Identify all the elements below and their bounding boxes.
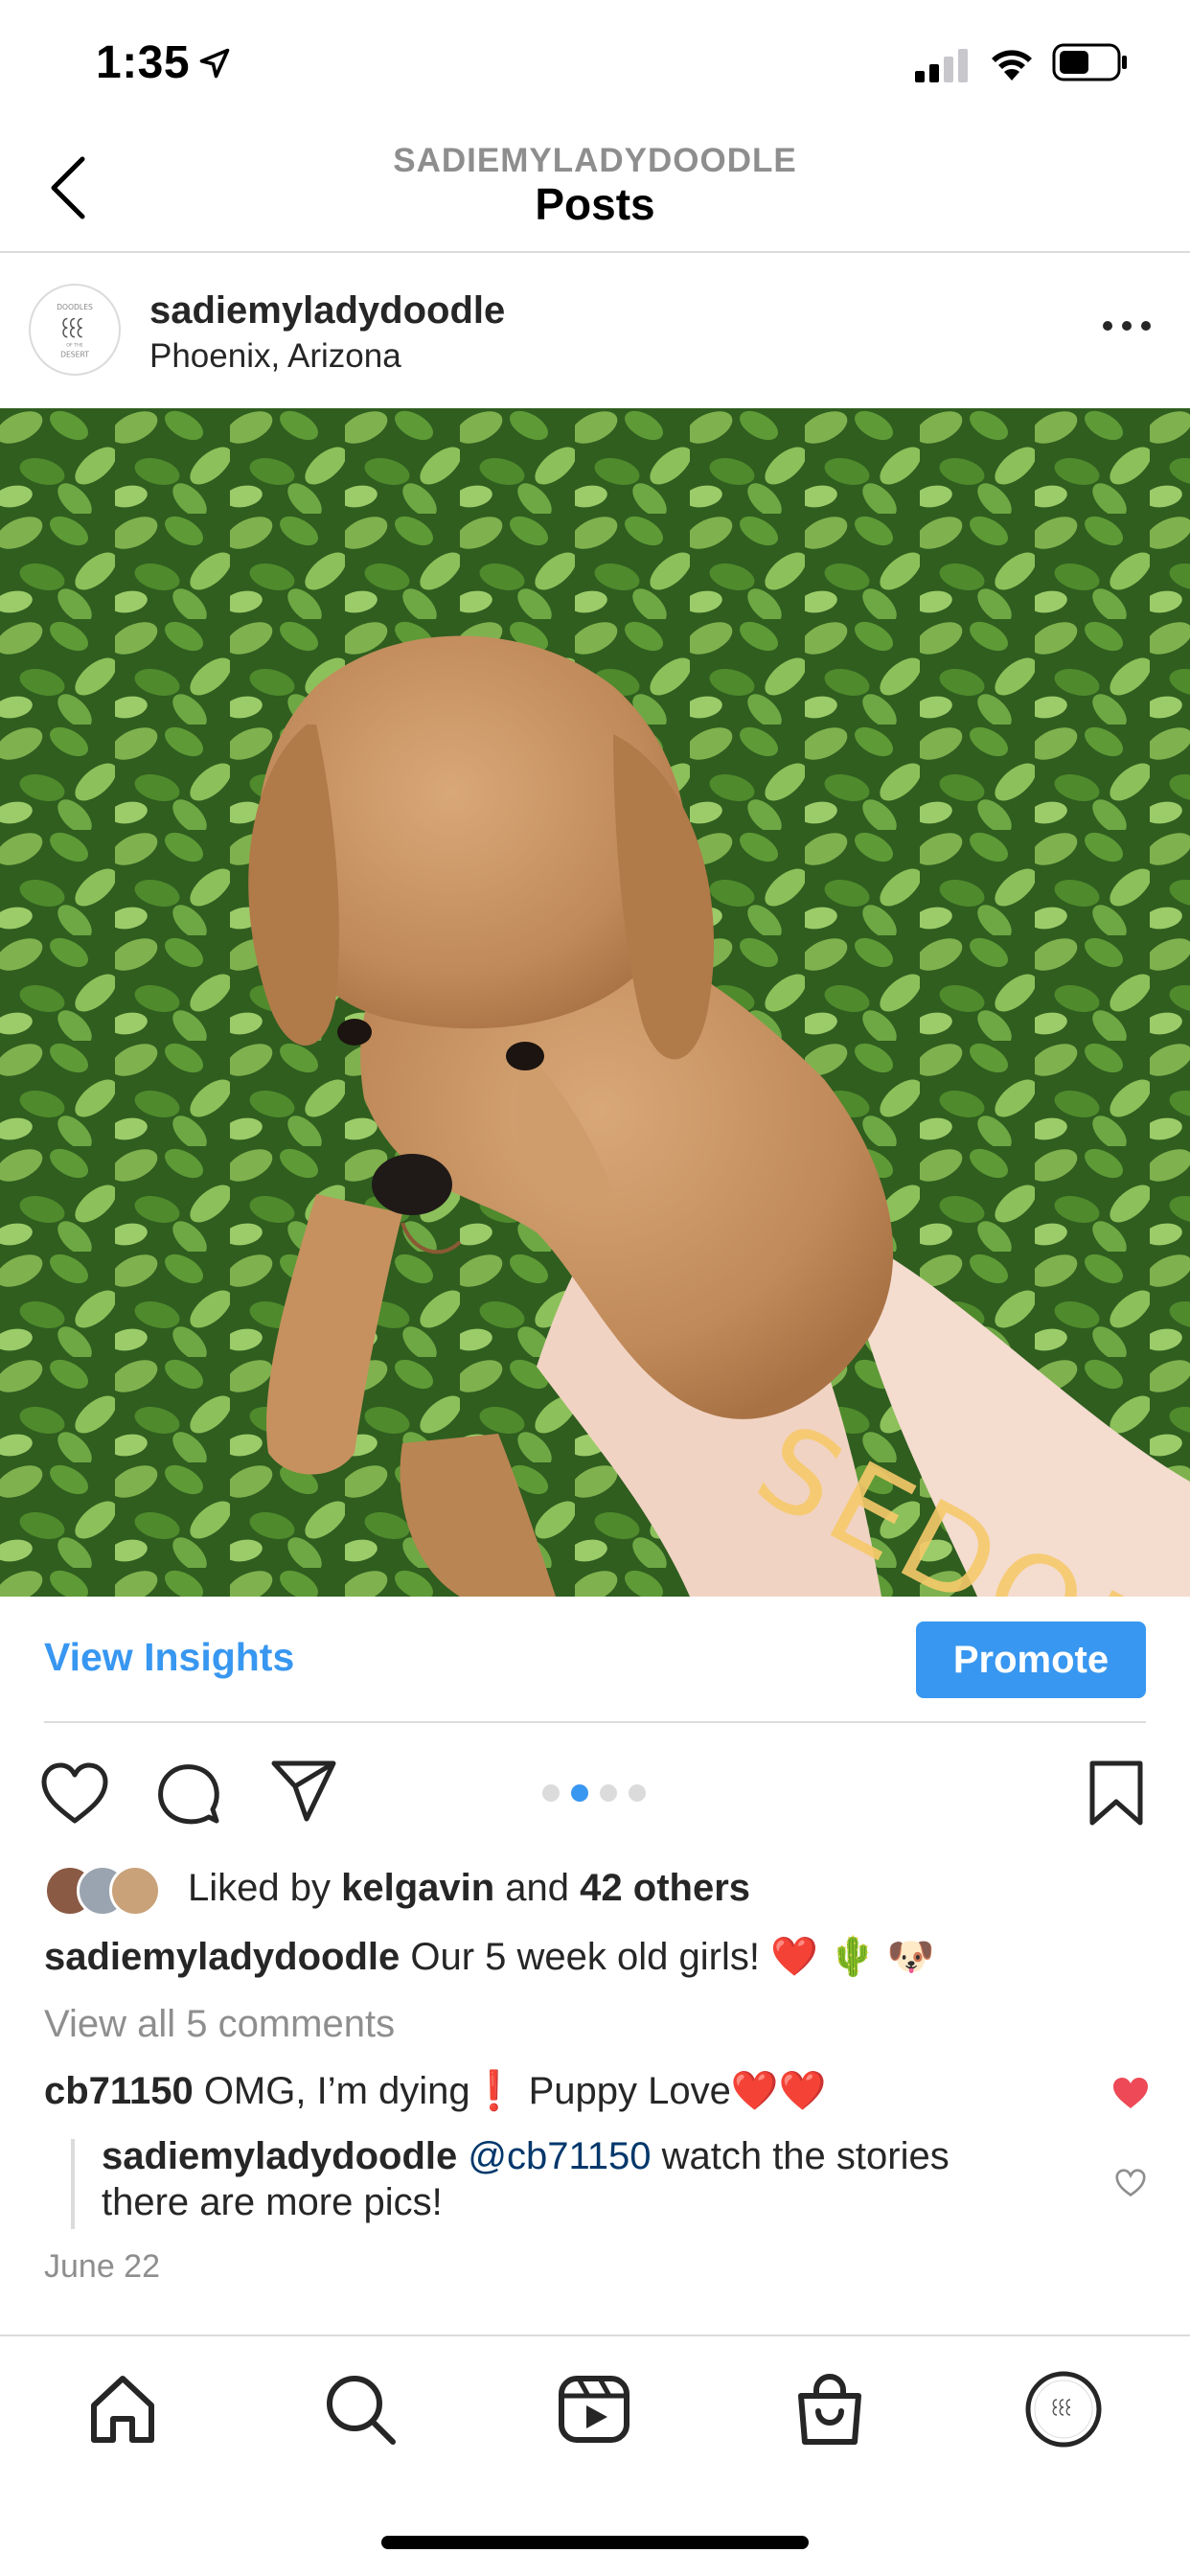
post-date: June 22 <box>44 2248 160 2285</box>
comment-username[interactable]: cb71150 <box>44 2070 194 2112</box>
comment-text: OMG, I’m dying❗ Puppy Love❤️❤️ <box>193 2070 827 2112</box>
likes-middle: and <box>494 1867 581 1909</box>
post-location[interactable]: Phoenix, Arizona <box>149 337 401 376</box>
signal-icon <box>915 49 968 82</box>
more-options-icon[interactable] <box>1100 316 1154 335</box>
view-all-comments-link[interactable]: View all 5 comments <box>44 2003 395 2046</box>
carousel-dot <box>542 1784 560 1802</box>
comment-heart-filled-icon[interactable] <box>1111 2076 1150 2110</box>
carousel-dot <box>600 1784 617 1802</box>
insights-row: View Insights Promote <box>0 1597 1190 1721</box>
status-bar: 1:35 <box>0 0 1190 126</box>
action-row <box>0 1723 1190 1857</box>
caption-username[interactable]: sadiemyladydoodle <box>44 1936 400 1978</box>
profile-avatar[interactable]: DOODLES OF THE DESERT <box>29 284 121 376</box>
post-header: DOODLES OF THE DESERT sadiemyladydoodle … <box>0 255 1190 408</box>
liker-username[interactable]: kelgavin <box>341 1867 494 1909</box>
status-time: 1:35 <box>96 37 191 88</box>
search-icon[interactable] <box>322 2371 399 2448</box>
avatar-text-bottom: DESERT <box>60 351 89 359</box>
post-username[interactable]: sadiemyladydoodle <box>149 289 505 333</box>
page-title: Posts <box>535 179 655 229</box>
nav-subtitle: SADIEMYLADYDOODLE <box>393 142 797 179</box>
reply-indicator <box>71 2139 75 2229</box>
post-caption: sadiemyladydoodle Our 5 week old girls! … <box>44 1934 1146 1979</box>
likes-text: Liked by kelgavin and 42 others <box>188 1867 750 1910</box>
carousel-dots <box>542 1784 648 1804</box>
profile-avatar-tab[interactable] <box>1025 2371 1102 2448</box>
likes-row[interactable]: Liked by kelgavin and 42 others <box>44 1859 1146 1920</box>
reels-icon[interactable] <box>556 2371 632 2448</box>
promote-button[interactable]: Promote <box>916 1622 1146 1698</box>
carousel-dot-active <box>571 1784 588 1802</box>
heart-icon[interactable] <box>40 1761 109 1825</box>
share-icon[interactable] <box>270 1760 337 1823</box>
comment: cb71150 OMG, I’m dying❗ Puppy Love❤️❤️ <box>44 2068 1098 2113</box>
avatar-text-middle: OF THE <box>66 342 83 348</box>
comment-heart-outline-icon[interactable] <box>1113 2168 1148 2198</box>
home-indicator <box>381 2536 809 2549</box>
post-photo[interactable]: SEDONA <box>0 408 1190 1597</box>
liker-avatars <box>44 1865 169 1917</box>
home-icon[interactable] <box>84 2371 161 2448</box>
nav-header: SADIEMYLADYDOODLE Posts <box>0 126 1190 253</box>
wifi-icon <box>992 50 1032 80</box>
avatar-text-top: DOODLES <box>57 303 93 311</box>
reply-mention[interactable]: @cb71150 <box>457 2135 651 2177</box>
liker-avatar <box>109 1865 161 1917</box>
comment-icon[interactable] <box>155 1760 222 1827</box>
reply-username[interactable]: sadiemyladydoodle <box>102 2135 457 2177</box>
location-arrow-icon <box>199 48 230 79</box>
puppy-photo-illustration: SEDONA <box>0 408 1190 1597</box>
reply-comment: sadiemyladydoodle @cb71150 watch the sto… <box>102 2133 1021 2225</box>
bookmark-icon[interactable] <box>1087 1760 1146 1827</box>
shop-icon[interactable] <box>791 2371 868 2448</box>
battery-icon <box>1052 43 1127 81</box>
carousel-dot <box>629 1784 646 1802</box>
view-insights-link[interactable]: View Insights <box>44 1635 294 1680</box>
caption-text: Our 5 week old girls! ❤️ 🌵 🐶 <box>400 1936 935 1978</box>
likes-prefix: Liked by <box>188 1867 342 1909</box>
likes-others[interactable]: 42 others <box>580 1867 750 1909</box>
